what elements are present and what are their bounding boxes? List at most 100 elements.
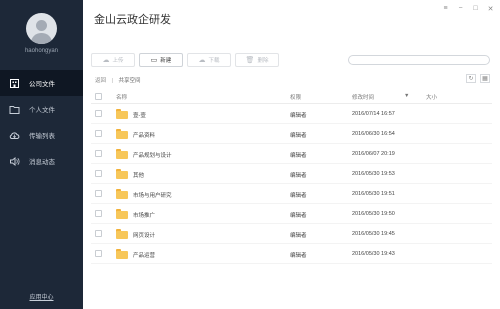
file-modified: 2016/05/30 19:53	[352, 171, 395, 177]
breadcrumb-separator: |	[111, 78, 113, 84]
username: haohongyan	[24, 48, 59, 54]
new-folder-icon: ▭	[150, 57, 158, 64]
building-icon	[9, 78, 20, 89]
breadcrumb-current: 共享空间	[118, 78, 141, 84]
row-checkbox[interactable]	[95, 130, 102, 137]
file-modified: 2016/05/30 19:43	[352, 251, 395, 257]
file-permission: 编辑者	[290, 193, 307, 199]
delete-button[interactable]: 🗑 删除	[235, 53, 279, 67]
file-permission: 编辑者	[290, 233, 307, 239]
back-link[interactable]: 返回	[95, 78, 106, 84]
breadcrumb: 返回 | 共享空间	[95, 76, 141, 84]
sidebar-item-label: 传输列表	[29, 133, 55, 140]
sort-desc-icon[interactable]: ▼	[404, 93, 409, 99]
close-icon[interactable]: ✕	[487, 5, 494, 13]
folder-icon	[116, 129, 128, 139]
sidebar-item-transfer-list[interactable]: 传输列表	[0, 122, 83, 148]
file-name[interactable]: 市场推广	[133, 211, 155, 219]
grid-view-icon[interactable]: ▦	[480, 74, 490, 83]
file-permission: 编辑者	[290, 133, 307, 139]
folder-icon	[116, 229, 128, 239]
header-modified[interactable]: 修改时间	[352, 93, 374, 101]
refresh-icon[interactable]: ↻	[466, 74, 476, 83]
file-name[interactable]: 其他	[133, 171, 144, 179]
toolbar: ☁ 上传 ▭ 新建 ☁ 下载 🗑 删除	[91, 53, 279, 67]
table-row[interactable]: 其他 编辑者 2016/05/30 19:53	[91, 164, 492, 184]
file-permission: 编辑者	[290, 173, 307, 179]
sidebar-item-label: 个人文件	[29, 107, 55, 114]
file-name[interactable]: 网页设计	[133, 231, 155, 239]
folder-icon	[116, 249, 128, 259]
window-title: 金山云政企研发	[94, 14, 171, 26]
file-name[interactable]: 产品运营	[133, 251, 155, 259]
table-row[interactable]: 市场与用户研究 编辑者 2016/05/30 19:51	[91, 184, 492, 204]
row-checkbox[interactable]	[95, 170, 102, 177]
download-button[interactable]: ☁ 下载	[187, 53, 231, 67]
row-checkbox[interactable]	[95, 250, 102, 257]
app-center-link[interactable]: 应用中心	[0, 292, 83, 301]
sidebar-item-company-files[interactable]: 公司文件	[0, 70, 83, 96]
header-name[interactable]: 名称	[116, 93, 127, 101]
header-size[interactable]: 大小	[426, 93, 437, 101]
header-permission[interactable]: 权限	[290, 93, 301, 101]
folder-icon	[116, 109, 128, 119]
file-modified: 2016/07/14 16:57	[352, 111, 395, 117]
file-name[interactable]: 产品资料	[133, 131, 155, 139]
table-row[interactable]: 网页设计 编辑者 2016/05/30 19:45	[91, 224, 492, 244]
file-name[interactable]: 市场与用户研究	[133, 191, 172, 199]
sidebar-item-label: 消息动态	[29, 159, 55, 166]
maximize-icon[interactable]: □	[472, 5, 479, 13]
file-modified: 2016/06/07 20:19	[352, 151, 395, 157]
sidebar-nav: 公司文件 个人文件 传输列表 消息动态	[0, 70, 83, 174]
table-row[interactable]: 产品资料 编辑者 2016/06/30 16:54	[91, 124, 492, 144]
table-row[interactable]: 产品规划与设计 编辑者 2016/06/07 20:19	[91, 144, 492, 164]
folder-icon	[116, 149, 128, 159]
search-input[interactable]	[348, 55, 490, 65]
download-label: 下载	[208, 58, 220, 64]
row-checkbox[interactable]	[95, 110, 102, 117]
main-panel: 金山云政企研发 ≡ − □ ✕ ☁ 上传 ▭ 新建 ☁ 下载 🗑 删除 返回 |…	[83, 0, 500, 309]
row-checkbox[interactable]	[95, 230, 102, 237]
sidebar: haohongyan 公司文件 个人文件 传输列表 消息动态 应用中心	[0, 0, 83, 309]
select-all-checkbox[interactable]	[95, 93, 102, 100]
file-list: 壹-壹 编辑者 2016/07/14 16:57 产品资料 编辑者 2016/06/30 …	[91, 104, 492, 264]
avatar-head	[36, 20, 47, 31]
file-permission: 编辑者	[290, 213, 307, 219]
file-permission: 编辑者	[290, 153, 307, 159]
row-checkbox[interactable]	[95, 150, 102, 157]
minimize-icon[interactable]: −	[457, 5, 464, 13]
sidebar-item-personal-files[interactable]: 个人文件	[0, 96, 83, 122]
new-button[interactable]: ▭ 新建	[139, 53, 183, 67]
trash-icon: 🗑	[245, 57, 255, 64]
speaker-icon	[9, 156, 20, 167]
folder-icon	[9, 104, 20, 115]
file-modified: 2016/05/30 19:51	[352, 191, 395, 197]
file-modified: 2016/05/30 19:45	[352, 231, 395, 237]
window-controls: ≡ − □ ✕	[442, 5, 494, 13]
menu-icon[interactable]: ≡	[442, 5, 449, 13]
table-row[interactable]: 市场推广 编辑者 2016/05/30 19:50	[91, 204, 492, 224]
sidebar-item-label: 公司文件	[29, 81, 55, 88]
new-label: 新建	[160, 58, 172, 64]
sidebar-item-messages[interactable]: 消息动态	[0, 148, 83, 174]
upload-icon: ☁	[102, 57, 110, 64]
table-header: 名称 权限 修改时间 ▼ 大小	[91, 89, 492, 104]
delete-label: 删除	[257, 58, 269, 64]
row-checkbox[interactable]	[95, 190, 102, 197]
view-controls: ↻ ▦	[466, 74, 490, 83]
table-row[interactable]: 壹-壹 编辑者 2016/07/14 16:57	[91, 104, 492, 124]
cloud-transfer-icon	[9, 130, 20, 141]
folder-icon	[116, 189, 128, 199]
avatar[interactable]	[26, 13, 57, 44]
upload-button[interactable]: ☁ 上传	[91, 53, 135, 67]
table-row[interactable]: 产品运营 编辑者 2016/05/30 19:43	[91, 244, 492, 264]
row-checkbox[interactable]	[95, 210, 102, 217]
folder-icon	[116, 209, 128, 219]
upload-label: 上传	[112, 58, 124, 64]
file-name[interactable]: 壹-壹	[133, 111, 146, 119]
file-name[interactable]: 产品规划与设计	[133, 151, 172, 159]
file-permission: 编辑者	[290, 253, 307, 259]
file-modified: 2016/06/30 16:54	[352, 131, 395, 137]
download-icon: ☁	[198, 57, 206, 64]
folder-icon	[116, 169, 128, 179]
